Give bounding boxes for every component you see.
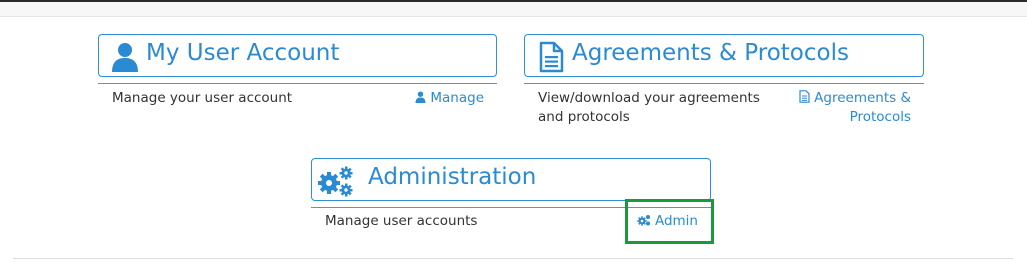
manage-link[interactable]: Manage xyxy=(400,89,484,108)
account-panel-header: My User Account xyxy=(98,34,497,77)
agreements-panel-header: Agreements & Protocols xyxy=(524,34,924,77)
user-icon xyxy=(112,43,138,72)
top-strip xyxy=(0,2,1027,17)
document-icon xyxy=(539,41,564,73)
administration-panel-header: Administration xyxy=(311,158,711,201)
cogs-icon xyxy=(318,166,353,197)
manage-link-label: Manage xyxy=(430,90,484,106)
administration-panel-title: Administration xyxy=(368,164,537,190)
agreements-link[interactable]: Agreements & Protocols xyxy=(790,89,911,127)
agreements-description: View/download your agreements and protoc… xyxy=(538,89,760,127)
bottom-divider xyxy=(13,258,1013,259)
agreements-panel-title: Agreements & Protocols xyxy=(572,40,849,66)
agreements-description-line2: and protocols xyxy=(538,109,630,125)
account-description: Manage your user account xyxy=(112,90,293,106)
account-divider xyxy=(98,83,497,84)
admin-highlight-box xyxy=(625,199,714,244)
agreements-divider xyxy=(524,83,924,84)
document-small-icon xyxy=(799,90,810,103)
account-panel-title: My User Account xyxy=(146,40,340,66)
agreements-link-line2: Protocols xyxy=(849,109,911,125)
user-small-icon xyxy=(415,91,426,103)
administration-description: Manage user accounts xyxy=(325,213,478,229)
agreements-description-line1: View/download your agreements xyxy=(538,90,760,106)
agreements-link-line1: Agreements & xyxy=(814,90,911,106)
